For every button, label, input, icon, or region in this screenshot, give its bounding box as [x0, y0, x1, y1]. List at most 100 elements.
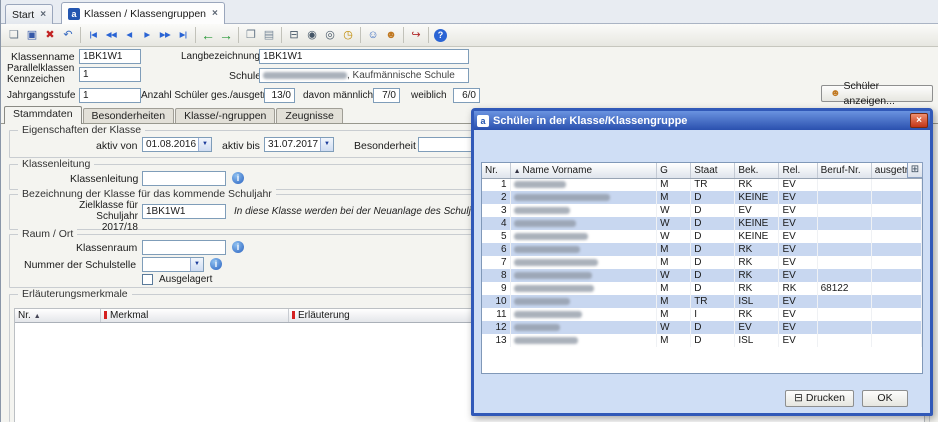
- next-record-icon[interactable]: ▶: [138, 26, 156, 44]
- close-tab-icon[interactable]: ×: [212, 8, 218, 19]
- add-student-icon[interactable]: ☺: [364, 26, 382, 44]
- toolbar-separator: [360, 27, 361, 43]
- tab-besonderheiten[interactable]: Besonderheiten: [83, 108, 175, 123]
- zielklasse-input[interactable]: 1BK1W1: [142, 204, 226, 219]
- reminder-icon[interactable]: ◷: [339, 26, 357, 44]
- student-row[interactable]: 8WDRKEV: [482, 269, 922, 282]
- help-icon[interactable]: ?: [434, 29, 447, 42]
- schule-suffix: , Kaufmännische Schule: [347, 70, 455, 81]
- tab-klasse-ngruppen[interactable]: Klasse/-ngruppen: [175, 108, 275, 123]
- jahrgangsstufe-input[interactable]: 1: [79, 88, 141, 103]
- fast-forward-icon[interactable]: ▶▶: [156, 26, 174, 44]
- merkmale-col-merkmal[interactable]: Merkmal: [101, 309, 289, 322]
- student-row[interactable]: 3WDEVEV: [482, 204, 922, 217]
- students-icon[interactable]: ☻: [382, 26, 400, 44]
- aktiv-bis-label: aktiv bis: [222, 140, 260, 152]
- aktiv-von-select[interactable]: 01.08.2016 ▼: [142, 137, 212, 152]
- new-record-icon[interactable]: ❏: [5, 26, 23, 44]
- ausgelagert-checkbox[interactable]: [142, 274, 153, 285]
- besonderheit-label: Besonderheit: [354, 140, 416, 152]
- save-icon[interactable]: ▣: [23, 26, 41, 44]
- student-row[interactable]: 6MDRKEV: [482, 243, 922, 256]
- back-icon[interactable]: ←: [199, 26, 217, 44]
- schule-input[interactable]: , Kaufmännische Schule: [259, 68, 469, 83]
- students-col-header[interactable]: Staat: [691, 163, 735, 178]
- group-title: Eigenschaften der Klasse: [18, 124, 145, 136]
- forward-icon[interactable]: →: [217, 26, 235, 44]
- tab-zeugnisse[interactable]: Zeugnisse: [276, 108, 342, 123]
- column-chooser-button[interactable]: ⊞: [907, 162, 923, 178]
- toolbar-separator: [238, 27, 239, 43]
- chevron-down-icon[interactable]: ▼: [190, 258, 203, 271]
- chevron-down-icon[interactable]: ▼: [198, 138, 211, 151]
- previous-record-icon[interactable]: ◀: [120, 26, 138, 44]
- printer-icon: ⊟: [794, 391, 803, 406]
- schule-label: Schule: [229, 70, 261, 82]
- student-row[interactable]: 7MDRKEV: [482, 256, 922, 269]
- student-name-redacted: [514, 233, 588, 240]
- jahrgangsstufe-label: Jahrgangsstufe: [7, 90, 75, 101]
- info-icon[interactable]: i: [232, 172, 244, 184]
- chevron-down-icon[interactable]: ▼: [320, 138, 333, 151]
- delete-icon[interactable]: ✖: [41, 26, 59, 44]
- copy-icon[interactable]: ❐: [242, 26, 260, 44]
- students-col-header[interactable]: Rel.: [779, 163, 817, 178]
- close-tab-icon[interactable]: ×: [40, 9, 46, 20]
- anzahl-schueler-label: Anzahl Schüler ges./ausgetr.:: [141, 90, 271, 101]
- student-row[interactable]: 11MIRKEV: [482, 308, 922, 321]
- print-icon[interactable]: ⊟: [285, 26, 303, 44]
- dialog-titlebar[interactable]: a Schüler in der Klasse/Klassengruppe ×: [474, 111, 930, 130]
- student-row[interactable]: 9MDRKRK68122: [482, 282, 922, 295]
- search-icon[interactable]: ◎: [321, 26, 339, 44]
- aktiv-von-label: aktiv von: [96, 140, 137, 152]
- fast-backward-icon[interactable]: ◀◀: [102, 26, 120, 44]
- schueler-anzeigen-button[interactable]: ☻ Schüler anzeigen...: [821, 85, 933, 102]
- merkmale-col-nr[interactable]: Nr.▲: [15, 309, 101, 322]
- class-header-form: Klassenname 1BK1W1 Langbezeichnung 1BK1W…: [1, 47, 938, 106]
- klassenname-input[interactable]: 1BK1W1: [79, 49, 141, 64]
- student-name-redacted: [514, 324, 560, 331]
- students-col-header[interactable]: Nr.: [482, 163, 510, 178]
- student-row[interactable]: 13MDISLEV: [482, 334, 922, 347]
- application-window: Start × a Klassen / Klassengruppen × ❏▣✖…: [0, 0, 938, 422]
- group-title: Raum / Ort: [18, 228, 77, 240]
- exit-icon[interactable]: ↪: [407, 26, 425, 44]
- close-icon[interactable]: ×: [910, 113, 928, 128]
- parallelklassen-input[interactable]: 1: [79, 67, 141, 82]
- toolbar: ❏▣✖↶|◀◀◀◀▶▶▶▶|←→❐▤⊟◉◎◷☺☻↪?: [1, 24, 938, 47]
- last-record-icon[interactable]: ▶|: [174, 26, 192, 44]
- tab-klassen-klassengruppen[interactable]: a Klassen / Klassengruppen ×: [61, 2, 225, 24]
- schulstelle-select[interactable]: ▼: [142, 257, 204, 272]
- tab-stammdaten[interactable]: Stammdaten: [4, 106, 82, 124]
- student-name-redacted: [514, 285, 594, 292]
- student-row[interactable]: 4WDKEINEEV: [482, 217, 922, 230]
- preview-icon[interactable]: ◉: [303, 26, 321, 44]
- students-col-header[interactable]: Beruf-Nr.: [817, 163, 871, 178]
- dialog-body: Nr.▲Name VornameGStaatBek.Rel.Beruf-Nr.a…: [474, 130, 930, 413]
- info-icon[interactable]: i: [232, 241, 244, 253]
- aktiv-bis-select[interactable]: 31.07.2017 ▼: [264, 137, 334, 152]
- ok-button[interactable]: OK: [862, 390, 908, 407]
- students-icon: ☻: [830, 86, 841, 101]
- toolbar-separator: [195, 27, 196, 43]
- students-dialog: a Schüler in der Klasse/Klassengruppe × …: [471, 108, 933, 416]
- student-row[interactable]: 12WDEVEV: [482, 321, 922, 334]
- tab-start[interactable]: Start ×: [5, 4, 53, 24]
- undo-icon[interactable]: ↶: [59, 26, 77, 44]
- first-record-icon[interactable]: |◀: [84, 26, 102, 44]
- info-icon[interactable]: i: [210, 258, 222, 270]
- klassenleitung-input[interactable]: [142, 171, 226, 186]
- notes-icon[interactable]: ▤: [260, 26, 278, 44]
- drucken-button[interactable]: ⊟ Drucken: [785, 390, 854, 407]
- aktiv-bis-value: 31.07.2017: [268, 139, 318, 150]
- student-row[interactable]: 1MTRRKEV: [482, 178, 922, 191]
- langbezeichnung-input[interactable]: 1BK1W1: [259, 49, 469, 64]
- students-col-header[interactable]: ▲Name Vorname: [510, 163, 657, 178]
- besonderheit-input[interactable]: [418, 137, 474, 152]
- klassenraum-input[interactable]: [142, 240, 226, 255]
- students-col-header[interactable]: G: [657, 163, 691, 178]
- student-row[interactable]: 2MDKEINEEV: [482, 191, 922, 204]
- students-col-header[interactable]: Bek.: [735, 163, 779, 178]
- student-row[interactable]: 5WDKEINEEV: [482, 230, 922, 243]
- student-row[interactable]: 10MTRISLEV: [482, 295, 922, 308]
